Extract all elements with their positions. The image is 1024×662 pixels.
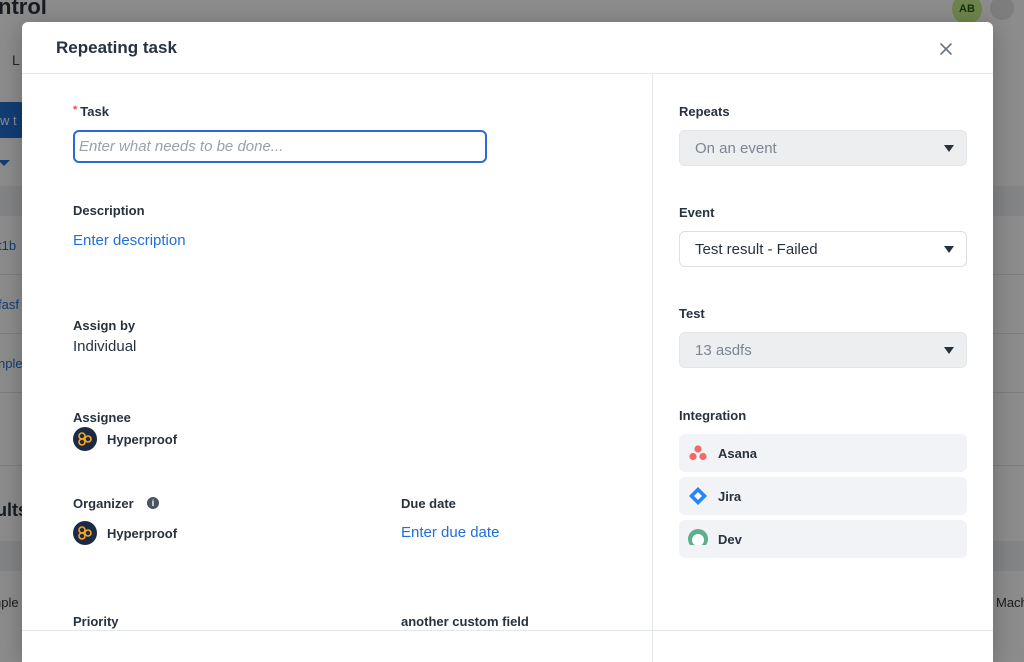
column-divider	[652, 74, 653, 662]
assign-by-value[interactable]: Individual	[73, 338, 136, 355]
required-mark: *	[73, 104, 78, 116]
task-input[interactable]	[73, 130, 487, 163]
event-value: Test result - Failed	[695, 240, 818, 258]
hyperproof-avatar	[73, 427, 97, 451]
assignee-label: Assignee	[73, 410, 131, 425]
modal-footer-divider	[22, 630, 993, 631]
integration-asana[interactable]: Asana	[679, 434, 967, 472]
repeats-select[interactable]: On an event	[679, 130, 967, 166]
assign-by-label: Assign by	[73, 318, 136, 333]
modal-title: Repeating task	[56, 38, 177, 57]
integration-dev[interactable]: Dev	[679, 520, 967, 558]
task-label-text: Task	[80, 104, 109, 119]
chevron-down-icon	[944, 347, 954, 354]
integration-name: Asana	[718, 445, 758, 461]
test-value: 13 asdfs	[695, 341, 752, 359]
close-icon	[940, 43, 952, 55]
organizer-user[interactable]: Hyperproof	[73, 521, 177, 545]
integration-name: Dev	[718, 531, 742, 547]
hyperproof-avatar	[73, 521, 97, 545]
chevron-down-icon	[944, 246, 954, 253]
assignee-user[interactable]: Hyperproof	[73, 427, 177, 451]
due-date-label: Due date	[401, 496, 456, 511]
priority-label: Priority	[73, 614, 119, 629]
test-label: Test	[679, 306, 705, 321]
event-label: Event	[679, 205, 715, 220]
test-select[interactable]: 13 asdfs	[679, 332, 967, 368]
integration-name: Jira	[718, 488, 742, 504]
close-button[interactable]	[937, 40, 955, 58]
hyperproof-logo-icon	[78, 432, 92, 446]
due-date-link[interactable]: Enter due date	[401, 524, 499, 541]
task-label: * Task	[73, 104, 109, 119]
assignee-name: Hyperproof	[107, 431, 178, 447]
dev-icon	[687, 528, 709, 550]
organizer-name: Hyperproof	[107, 525, 178, 541]
integration-label: Integration	[679, 408, 747, 423]
integration-jira[interactable]: Jira	[679, 477, 967, 515]
organizer-label: Organizer	[73, 496, 134, 511]
event-select[interactable]: Test result - Failed	[679, 231, 967, 267]
custom-field-label: another custom field	[401, 614, 529, 629]
asana-icon	[687, 442, 709, 464]
modal-header: Repeating task	[22, 22, 993, 74]
repeats-value: On an event	[695, 139, 777, 157]
info-icon[interactable]: i	[147, 497, 159, 509]
hyperproof-logo-icon	[78, 526, 92, 540]
chevron-down-icon	[944, 145, 954, 152]
repeats-label: Repeats	[679, 104, 730, 119]
jira-icon	[687, 485, 709, 507]
repeating-task-modal: Repeating task *Task Description Enter d…	[22, 22, 993, 662]
description-label: Description	[73, 203, 145, 218]
description-link[interactable]: Enter description	[73, 232, 186, 249]
